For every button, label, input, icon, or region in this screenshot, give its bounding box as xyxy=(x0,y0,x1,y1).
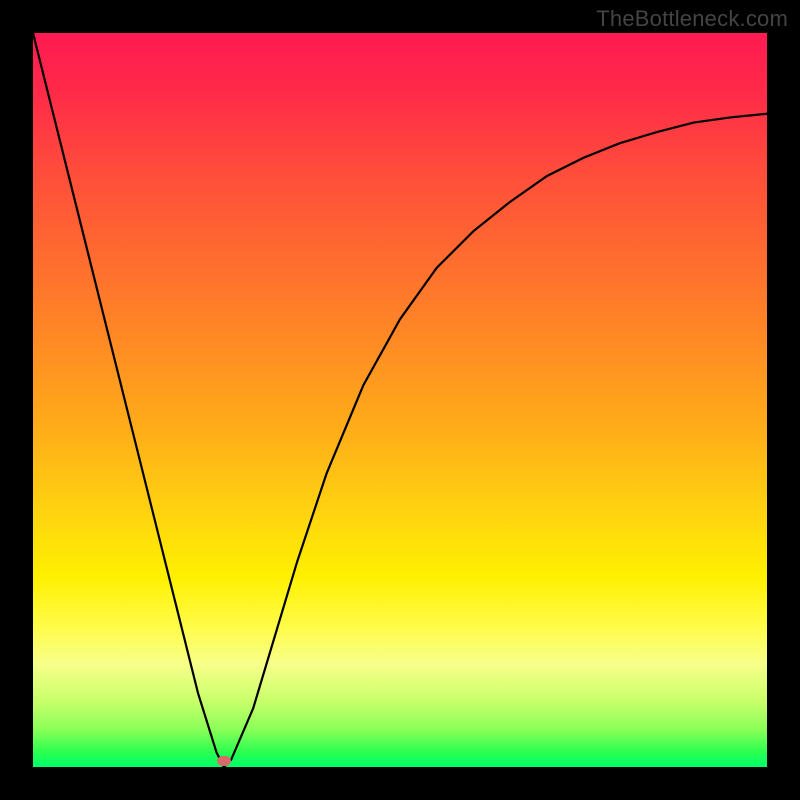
watermark-text: TheBottleneck.com xyxy=(596,6,788,32)
chart-frame: TheBottleneck.com xyxy=(0,0,800,800)
min-marker xyxy=(217,756,231,766)
bottleneck-curve xyxy=(33,33,767,767)
curve-path xyxy=(33,33,767,767)
